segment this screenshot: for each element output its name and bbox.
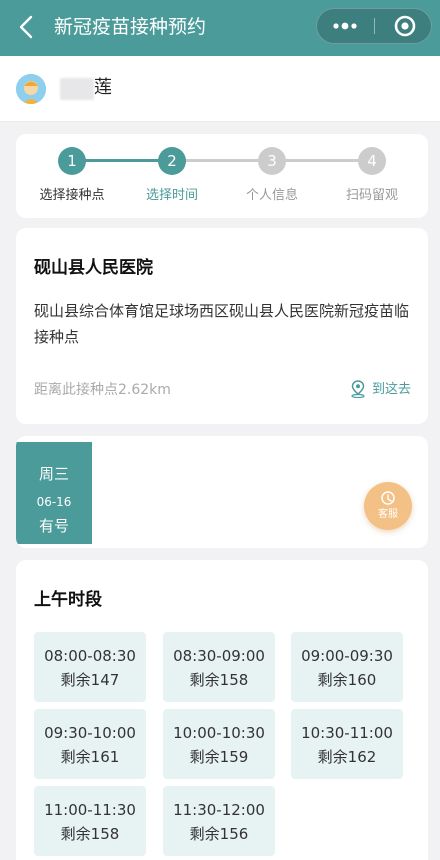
slot-time: 11:00-11:30: [44, 801, 136, 819]
slot-time: 08:00-08:30: [44, 647, 136, 665]
slot-time: 08:30-09:00: [173, 647, 265, 665]
step-3-circle: 3: [258, 147, 286, 175]
site-distance: 距离此接种点2.62km: [34, 382, 171, 398]
avatar: [16, 74, 46, 104]
time-slot[interactable]: 11:00-11:30 剩余158: [34, 786, 146, 856]
step-3-label: 个人信息: [245, 188, 298, 203]
date-selector: 周三 06-16 有号: [16, 436, 428, 548]
slot-remaining: 剩余161: [60, 748, 120, 766]
slot-remaining: 剩余158: [189, 671, 249, 689]
time-slot[interactable]: 08:00-08:30 剩余147: [34, 632, 146, 702]
time-slot[interactable]: 09:30-10:00 剩余161: [34, 709, 146, 779]
step-connector-2: [172, 159, 272, 162]
time-slot[interactable]: 10:30-11:00 剩余162: [291, 709, 403, 779]
slot-remaining: 剩余160: [317, 671, 377, 689]
date-weekday: 周三: [38, 465, 69, 483]
step-connector-3: [272, 159, 372, 162]
slot-remaining: 剩余162: [317, 748, 377, 766]
site-card: 砚山县人民医院 砚山县综合体育馆足球场西区砚山县人民医院新冠疫苗临接种点 距离此…: [16, 228, 428, 424]
time-slot[interactable]: 11:30-12:00 剩余156: [163, 786, 275, 856]
capsule-divider: [374, 18, 375, 34]
site-name: 砚山县人民医院: [34, 258, 153, 278]
step-2-label: 选择时间: [145, 188, 198, 203]
time-slot[interactable]: 10:00-10:30 剩余159: [163, 709, 275, 779]
mini-program-capsule: [316, 8, 432, 44]
step-4-circle: 4: [358, 147, 386, 175]
date-day: 06-16: [36, 495, 72, 509]
customer-service-button[interactable]: 客服: [364, 482, 412, 530]
headset-icon: [380, 490, 396, 506]
time-slot[interactable]: 09:00-09:30 剩余160: [291, 632, 403, 702]
page-title: 新冠疫苗接种预约: [54, 16, 207, 38]
step-1-label: 选择接种点: [39, 188, 105, 203]
step-2-circle: 2: [158, 147, 186, 175]
slot-remaining: 剩余158: [60, 825, 120, 843]
slot-time: 09:00-09:30: [301, 647, 393, 665]
navigate-label: 到这去: [372, 382, 412, 397]
location-pin-icon: [350, 380, 366, 399]
slot-remaining: 剩余156: [189, 825, 249, 843]
booking-steps: 1 2 3 4 选择接种点 选择时间 个人信息 扫码留观: [16, 134, 428, 218]
slot-time: 11:30-12:00: [173, 801, 265, 819]
close-mini-program-icon[interactable]: [379, 9, 431, 43]
user-bar: 莲: [0, 56, 440, 122]
redacted-name-mask: [60, 78, 94, 100]
customer-service-label: 客服: [378, 509, 398, 520]
morning-slots-section: 上午时段 08:00-08:30 剩余147 08:30-09:00 剩余158…: [16, 560, 428, 860]
slot-time: 10:30-11:00: [301, 724, 393, 742]
slot-time: 10:00-10:30: [173, 724, 265, 742]
morning-section-title: 上午时段: [34, 590, 102, 610]
step-4-label: 扫码留观: [345, 188, 398, 203]
date-tab-selected[interactable]: 周三 06-16 有号: [16, 442, 92, 544]
slot-remaining: 剩余147: [60, 671, 120, 689]
slot-time: 09:30-10:00: [44, 724, 136, 742]
date-availability: 有号: [38, 517, 69, 535]
user-name: 莲: [94, 77, 112, 98]
step-1-circle: 1: [58, 147, 86, 175]
site-address: 砚山县综合体育馆足球场西区砚山县人民医院新冠疫苗临接种点: [34, 302, 410, 346]
step-connector-1: [72, 159, 172, 162]
time-slot[interactable]: 08:30-09:00 剩余158: [163, 632, 275, 702]
more-options-icon[interactable]: [317, 9, 373, 43]
back-icon[interactable]: [12, 12, 42, 42]
slot-remaining: 剩余159: [189, 748, 249, 766]
navigation-bar: 新冠疫苗接种预约: [0, 0, 440, 56]
